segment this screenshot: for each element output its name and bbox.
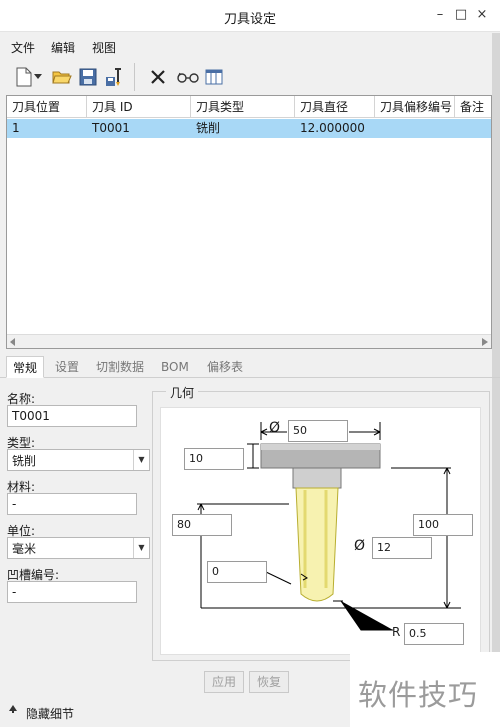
action-buttons: 应用 恢复 xyxy=(0,671,350,695)
table-cell: T0001 xyxy=(92,121,130,135)
close-button[interactable]: × xyxy=(474,7,490,22)
watermark: 软件技巧 xyxy=(350,652,500,727)
table-cell xyxy=(455,119,460,138)
table-row[interactable]: 1 T0001 铣削 12.000000 xyxy=(7,119,491,138)
toolbar xyxy=(6,60,494,94)
type-select[interactable]: 铣削 ▼ xyxy=(7,449,150,471)
unit-select-value: 毫米 xyxy=(12,542,37,556)
preview-glasses-icon[interactable] xyxy=(174,64,202,90)
column-header[interactable]: 刀具类型 xyxy=(191,96,295,118)
column-header[interactable]: 备注 xyxy=(455,96,491,118)
tool-table[interactable]: 刀具位置 刀具 ID 刀具类型 刀具直径 刀具偏移编号 备注 1 T0001 铣… xyxy=(6,95,492,349)
menu-bar: 文件 编辑 视图 xyxy=(0,33,500,59)
column-header[interactable]: 刀具位置 xyxy=(7,96,87,118)
geometry-title: 几何 xyxy=(166,384,199,401)
hide-details-toggle[interactable]: 隐藏细节 xyxy=(26,705,74,722)
tab-settings[interactable]: 设置 xyxy=(49,356,85,378)
tab-cutting-data[interactable]: 切割数据 xyxy=(90,356,150,378)
column-header[interactable]: 刀具偏移编号 xyxy=(375,96,455,118)
chevron-down-icon[interactable]: ▼ xyxy=(133,538,149,558)
groove-field[interactable]: - xyxy=(7,581,137,603)
offset-field[interactable]: 0 xyxy=(207,561,267,583)
table-cell: 1 xyxy=(12,121,20,135)
up-arrow-icon[interactable] xyxy=(8,704,18,714)
column-header[interactable]: 刀具直径 xyxy=(295,96,375,118)
material-field[interactable]: - xyxy=(7,493,137,515)
menu-view[interactable]: 视图 xyxy=(92,39,116,56)
head-height-field[interactable]: 10 xyxy=(184,448,244,470)
column-header[interactable]: 刀具 ID xyxy=(87,96,191,118)
flute-length-field[interactable]: 80 xyxy=(172,514,232,536)
window-title: 刀具设定 xyxy=(223,12,276,27)
save-tool-icon[interactable] xyxy=(102,64,126,90)
table-columns-icon[interactable] xyxy=(202,64,226,90)
menu-edit[interactable]: 编辑 xyxy=(51,39,75,56)
delete-icon[interactable] xyxy=(146,64,170,90)
watermark-text: 软件技巧 xyxy=(358,678,479,712)
table-cell xyxy=(375,119,380,138)
window-edge xyxy=(492,33,500,653)
tool-geometry-diagram: Ø 50 10 80 100 Ø 12 0 R 0.5 xyxy=(160,407,481,655)
tab-bom[interactable]: BOM xyxy=(155,356,195,378)
diameter-symbol: Ø xyxy=(269,420,281,436)
restore-button[interactable]: 恢复 xyxy=(249,671,289,693)
total-length-field[interactable]: 100 xyxy=(413,514,473,536)
diameter-symbol: Ø xyxy=(354,538,366,554)
apply-button[interactable]: 应用 xyxy=(204,671,244,693)
chevron-down-icon[interactable]: ▼ xyxy=(133,450,149,470)
cutter-diameter-field[interactable]: 12 xyxy=(372,537,432,559)
name-field[interactable]: T0001 xyxy=(7,405,137,427)
table-header: 刀具位置 刀具 ID 刀具类型 刀具直径 刀具偏移编号 备注 xyxy=(7,96,491,118)
status-bar: 隐藏细节 xyxy=(0,698,350,727)
horizontal-scrollbar[interactable] xyxy=(7,334,491,348)
save-icon[interactable] xyxy=(76,64,100,90)
open-folder-icon[interactable] xyxy=(50,64,74,90)
unit-select[interactable]: 毫米 ▼ xyxy=(7,537,150,559)
head-diameter-field[interactable]: 50 xyxy=(288,420,348,442)
tab-offset-table[interactable]: 偏移表 xyxy=(201,356,249,378)
scroll-left-icon[interactable] xyxy=(10,338,16,346)
minimize-button[interactable]: – xyxy=(432,7,448,22)
table-cell: 铣削 xyxy=(196,121,221,135)
maximize-button[interactable]: □ xyxy=(453,7,469,22)
tab-general[interactable]: 常规 xyxy=(6,356,45,378)
title-bar: 刀具设定 – □ × xyxy=(0,0,500,32)
corner-radius-field[interactable]: 0.5 xyxy=(404,623,464,645)
scroll-right-icon[interactable] xyxy=(482,338,488,346)
radius-symbol: R xyxy=(392,625,401,639)
type-select-value: 铣削 xyxy=(12,454,37,468)
detail-tabs: 常规 设置 切割数据 BOM 偏移表 xyxy=(0,356,500,378)
dropdown-arrow-icon[interactable] xyxy=(32,64,44,90)
menu-file[interactable]: 文件 xyxy=(11,39,35,56)
table-cell: 12.000000 xyxy=(300,121,365,135)
